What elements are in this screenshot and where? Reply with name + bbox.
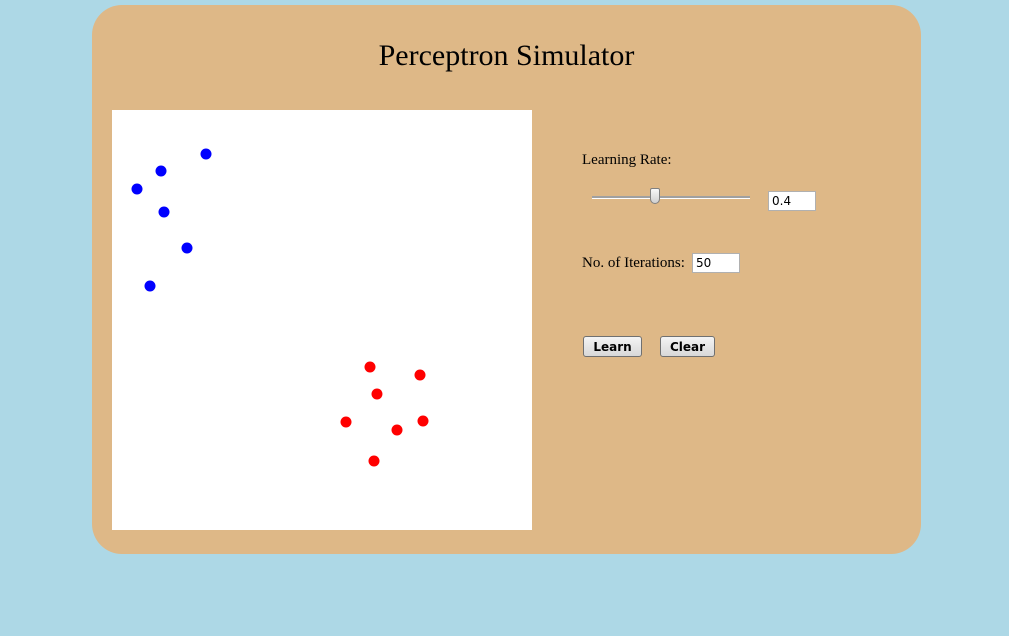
learning-rate-slider[interactable] [592,187,750,207]
iterations-input[interactable] [692,253,740,273]
blue-point [144,280,156,292]
points-plot[interactable] [112,110,532,530]
red-point [368,455,380,467]
learning-rate-input[interactable] [768,191,816,211]
blue-point [200,148,212,160]
blue-point [181,242,193,254]
blue-point [131,183,143,195]
slider-thumb[interactable] [650,188,661,204]
learning-rate-label: Learning Rate: [582,152,672,168]
red-point [340,416,352,428]
clear-button[interactable]: Clear [660,336,715,357]
simulator-panel: Perceptron Simulator Learning Rate: No. … [92,5,921,554]
red-point [364,361,376,373]
blue-point [155,165,167,177]
red-point [391,424,403,436]
learn-button[interactable]: Learn [583,336,642,357]
red-point [371,388,383,400]
drawing-canvas[interactable] [112,110,532,530]
blue-point [158,206,170,218]
red-point [414,369,426,381]
iterations-label: No. of Iterations: [582,255,685,271]
page-title: Perceptron Simulator [378,39,635,72]
red-point [417,415,429,427]
slider-track[interactable] [592,196,750,199]
